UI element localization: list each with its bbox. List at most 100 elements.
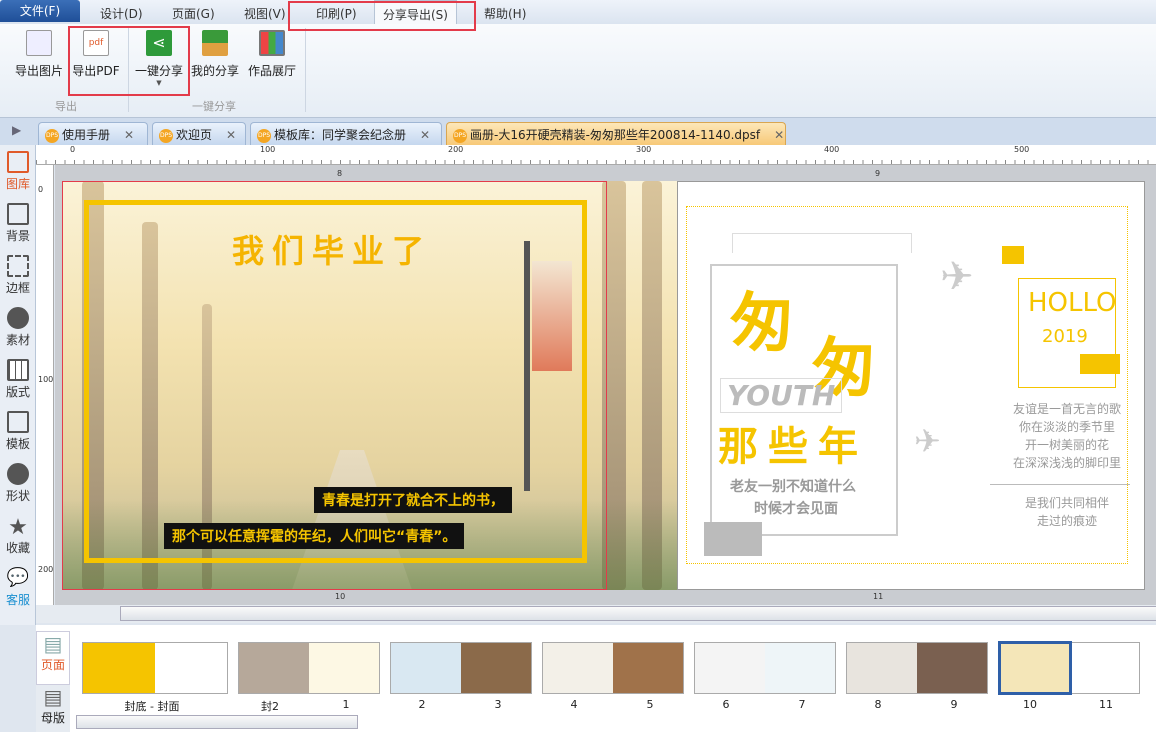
tab-manual[interactable]: DPS 使用手册 ✕ bbox=[38, 122, 148, 145]
thumbnail-label: 封2 bbox=[261, 700, 279, 713]
big-char-1[interactable]: 匆 bbox=[730, 272, 794, 364]
label: 版式 bbox=[5, 385, 30, 399]
ruler-label: 200 bbox=[38, 565, 54, 574]
menu-page[interactable]: 页面(G) bbox=[164, 3, 223, 24]
right-page[interactable]: 匆 匆 YOUTH 那些年 老友一别不知道什么 时候才会见面 ✈ ✈ HOLLO… bbox=[677, 181, 1145, 590]
dps-icon: DPS bbox=[45, 128, 59, 143]
label: 使用手册 bbox=[62, 128, 111, 142]
page-icon: ▤ bbox=[43, 632, 63, 656]
label: 图库 bbox=[5, 177, 30, 191]
thumbnail-cover[interactable] bbox=[82, 642, 228, 694]
thumbnail-label: 3 bbox=[494, 698, 502, 711]
poem-line: 友谊是一首无言的歌 bbox=[1012, 402, 1121, 416]
tab-welcome[interactable]: DPS 欢迎页 ✕ bbox=[152, 122, 246, 145]
selection-box bbox=[998, 641, 1072, 695]
group-share-label: 一键分享 bbox=[192, 100, 236, 113]
thumbnail-spread[interactable] bbox=[238, 642, 380, 694]
left-page-photo[interactable]: 我们毕业了 青春是打开了就合不上的书， 那个可以任意挥霍的年纪，人们叫它“青春”… bbox=[62, 181, 677, 590]
horizontal-scrollbar[interactable] bbox=[36, 605, 1156, 623]
ruler-label: 300 bbox=[636, 145, 652, 154]
sidebar-item-gallery[interactable]: 图库 bbox=[0, 151, 36, 192]
sidebar-item-template[interactable]: 模板 bbox=[0, 411, 36, 452]
label: 画册-大16开硬壳精装-匆匆那些年200814-1140.dpsf bbox=[470, 128, 761, 142]
subtitle-1[interactable]: 老友一别不知道什么 bbox=[730, 476, 856, 496]
close-icon[interactable]: ✕ bbox=[124, 128, 134, 142]
thumbnail-spread[interactable] bbox=[846, 642, 988, 694]
sidebar-item-material[interactable]: 素材 bbox=[0, 307, 36, 348]
image-file-icon bbox=[26, 30, 52, 56]
ruler-label: 0 bbox=[70, 145, 76, 154]
page-marker: 11 bbox=[873, 592, 884, 601]
export-image-button[interactable]: 导出图片 bbox=[12, 30, 66, 79]
tab-pages[interactable]: ▤ 页面 bbox=[36, 631, 70, 685]
poem-line: 开一树美丽的花 bbox=[1024, 438, 1109, 452]
youth-text[interactable]: YOUTH bbox=[720, 378, 843, 413]
thumbnail-label: 4 bbox=[570, 698, 578, 711]
close-icon[interactable]: ✕ bbox=[774, 128, 784, 142]
poem-line: 在深深浅浅的脚印里 bbox=[1012, 456, 1121, 470]
close-icon[interactable]: ✕ bbox=[420, 128, 430, 142]
layout-icon bbox=[7, 359, 29, 381]
template-icon bbox=[7, 411, 29, 433]
border-icon bbox=[7, 255, 29, 277]
tab-active-document[interactable]: DPS 画册-大16开硬壳精装-匆匆那些年200814-1140.dpsf ✕ bbox=[446, 122, 786, 145]
year-text[interactable]: 2019 bbox=[1042, 326, 1088, 347]
my-share-icon bbox=[202, 30, 228, 56]
sidebar-item-layout[interactable]: 版式 bbox=[0, 359, 36, 400]
tab-master[interactable]: ▤ 母版 bbox=[36, 685, 70, 732]
menu-file[interactable]: 文件(F) bbox=[0, 0, 80, 22]
close-icon[interactable]: ✕ bbox=[226, 128, 236, 142]
label: 模板 bbox=[5, 437, 30, 451]
hollo-text[interactable]: HOLLO bbox=[1028, 288, 1117, 318]
label: 导出图片 bbox=[14, 64, 63, 78]
ruler-label: 400 bbox=[824, 145, 840, 154]
poem-line: 你在淡淡的季节里 bbox=[1018, 420, 1115, 434]
scroll-thumb[interactable] bbox=[120, 606, 1156, 621]
thumbnail-spread[interactable] bbox=[390, 642, 532, 694]
left-sidebar: 图库 背景 边框 素材 版式 模板 形状 ★ 收藏 💬 客服 bbox=[0, 145, 36, 625]
thumbnail-label: 6 bbox=[722, 698, 730, 711]
ruler-label: 100 bbox=[38, 375, 54, 384]
chat-icon: 💬 bbox=[6, 567, 30, 588]
sidebar-item-support[interactable]: 💬 客服 bbox=[0, 567, 36, 608]
menu-help[interactable]: 帮助(H) bbox=[476, 3, 534, 24]
label: 形状 bbox=[5, 489, 30, 503]
ruler-label: 500 bbox=[1014, 145, 1030, 154]
sidebar-item-shape[interactable]: 形状 bbox=[0, 463, 36, 504]
subtitle-2[interactable]: 时候才会见面 bbox=[754, 498, 838, 518]
thumbnail-scrollbar[interactable] bbox=[76, 715, 358, 729]
gallery-button[interactable]: 作品展厅 bbox=[246, 30, 298, 79]
label: 素材 bbox=[5, 333, 30, 347]
sidebar-item-background[interactable]: 背景 bbox=[0, 203, 36, 244]
expand-panel-icon[interactable]: ▶ bbox=[12, 123, 21, 137]
sidebar-item-favorites[interactable]: ★ 收藏 bbox=[0, 515, 36, 556]
thumbnail-label: 封底 - 封面 bbox=[124, 700, 180, 713]
gallery-icon bbox=[7, 151, 29, 173]
thumbnail-spread[interactable] bbox=[542, 642, 684, 694]
menu-view[interactable]: 视图(V) bbox=[236, 3, 294, 24]
divider bbox=[990, 484, 1130, 485]
envelope-icon bbox=[704, 522, 762, 556]
horizontal-ruler: 0 100 200 300 400 500 bbox=[36, 145, 1156, 165]
dps-icon: DPS bbox=[453, 128, 467, 143]
thumbnail-label: 8 bbox=[874, 698, 882, 711]
poem-ending[interactable]: 是我们共同相伴 走过的痕迹 bbox=[992, 494, 1142, 530]
my-share-button[interactable]: 我的分享 bbox=[190, 30, 240, 79]
flower-icon bbox=[7, 307, 29, 329]
airplane-icon: ✈ bbox=[940, 254, 974, 300]
menu-design[interactable]: 设计(D) bbox=[92, 3, 151, 24]
background-icon bbox=[7, 203, 29, 225]
label: 客服 bbox=[5, 593, 30, 607]
those-years-text[interactable]: 那些年 bbox=[718, 414, 868, 472]
thumbnail-spread[interactable] bbox=[694, 642, 836, 694]
sidebar-item-border[interactable]: 边框 bbox=[0, 255, 36, 296]
thumbnail-label: 11 bbox=[1099, 698, 1113, 711]
ruler-label: 0 bbox=[38, 185, 44, 194]
shape-icon bbox=[7, 463, 29, 485]
group-export-label: 导出 bbox=[55, 100, 77, 113]
poem[interactable]: 友谊是一首无言的歌 你在淡淡的季节里 开一树美丽的花 在深深浅浅的脚印里 bbox=[992, 400, 1142, 472]
presentation-icon bbox=[259, 30, 285, 56]
tab-template-library[interactable]: DPS 模板库：同学聚会纪念册 ✕ bbox=[250, 122, 442, 145]
page-marker: 8 bbox=[337, 169, 343, 178]
page-thumbnail-panel: ▤ 页面 ▤ 母版 封底 - 封面 封2 1 2 3 4 5 6 7 8 9 10 … bbox=[36, 625, 1156, 732]
